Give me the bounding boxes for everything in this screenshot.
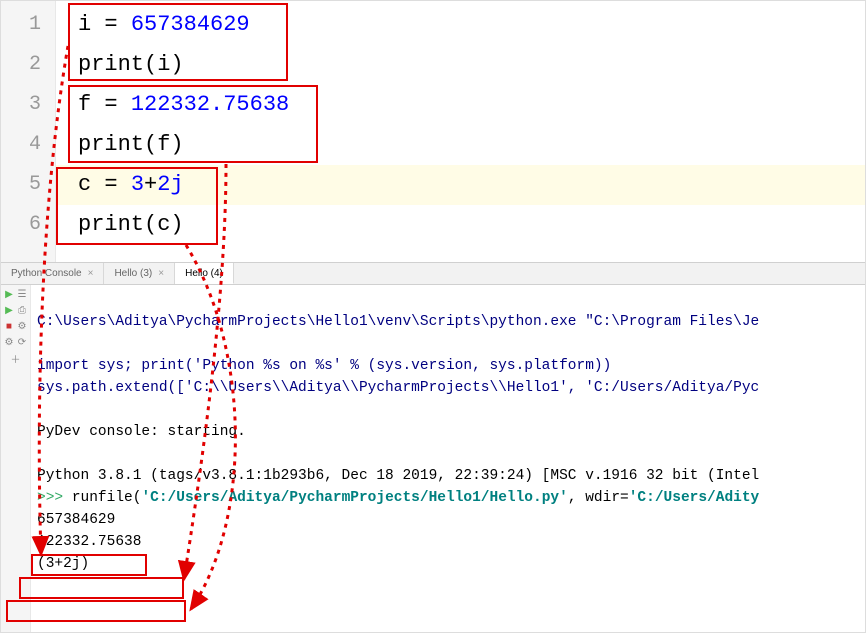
gear-icon[interactable]: ⚙ [16, 321, 28, 333]
history-icon[interactable]: ⟳ [16, 337, 28, 349]
stop-icon[interactable]: ■ [3, 321, 15, 333]
console-pane: Python Console × Hello (3) × Hello (4) ▶☰ … [1, 263, 865, 632]
syspath-line: sys.path.extend(['C:\\Users\\Aditya\\Pyc… [37, 380, 759, 396]
print-icon[interactable]: ⎙ [16, 305, 28, 317]
tab-python-console[interactable]: Python Console × [1, 263, 104, 284]
code-line[interactable]: print(c) [56, 205, 865, 245]
close-icon[interactable]: × [88, 268, 94, 279]
console-output[interactable]: C:\Users\Aditya\PycharmProjects\Hello1\v… [31, 285, 865, 632]
pydev-line: PyDev console: starting. [37, 424, 246, 440]
runfile-wdir: 'C:/Users/Adity [629, 490, 760, 506]
paren: ) [170, 212, 183, 237]
identifier: f [157, 132, 170, 157]
code-line-current[interactable]: c = 3+2j [56, 165, 865, 205]
paren: ) [170, 132, 183, 157]
prompt: >>> [37, 490, 72, 506]
output-complex: (3+2j) [37, 556, 89, 572]
console-body: ▶☰ ▶⎙ ■⚙ ⚙⟳ ＋ C:\Users\Aditya\PycharmPro… [1, 285, 865, 632]
runfile-path: 'C:/Users/Aditya/PycharmProjects/Hello1/… [141, 490, 567, 506]
line-number: 5 [1, 165, 55, 205]
console-toolbar: ▶☰ ▶⎙ ■⚙ ⚙⟳ ＋ [1, 285, 31, 632]
identifier: c [157, 212, 170, 237]
line-number: 4 [1, 125, 55, 165]
run-icon[interactable]: ▶ [3, 289, 15, 301]
identifier: i [78, 12, 91, 37]
operator: = [91, 12, 131, 37]
paren: ( [144, 52, 157, 77]
function-call: print [78, 212, 144, 237]
import-line: import sys; print('Python %s on %s' % (s… [37, 358, 611, 374]
tab-hello-3[interactable]: Hello (3) × [104, 263, 175, 284]
output-int: 657384629 [37, 512, 115, 528]
console-tabs: Python Console × Hello (3) × Hello (4) [1, 263, 865, 285]
line-number: 3 [1, 85, 55, 125]
number-literal: 3 [131, 172, 144, 197]
pyver-line: Python 3.8.1 (tags/v3.8.1:1b293b6, Dec 1… [37, 468, 759, 484]
list-icon[interactable]: ☰ [16, 289, 28, 301]
code-area[interactable]: i = 657384629 print(i) f = 122332.75638 … [56, 1, 865, 262]
tab-label: Hello (3) [114, 268, 152, 279]
line-number: 6 [1, 205, 55, 245]
paren: ( [144, 212, 157, 237]
line-number: 2 [1, 45, 55, 85]
tab-label: Hello (4) [185, 268, 223, 279]
rerun-icon[interactable]: ▶ [3, 305, 15, 317]
editor-pane: 1 2 3 4 5 6 i = 657384629 print(i) f = 1… [1, 1, 865, 263]
exec-line: C:\Users\Aditya\PycharmProjects\Hello1\v… [37, 314, 759, 330]
tab-label: Python Console [11, 268, 82, 279]
function-call: print [78, 132, 144, 157]
operator: + [144, 172, 157, 197]
close-icon[interactable]: × [158, 268, 164, 279]
code-line[interactable]: print(i) [56, 45, 865, 85]
settings-icon[interactable]: ⚙ [3, 337, 15, 349]
identifier: f [78, 92, 91, 117]
code-line[interactable]: i = 657384629 [56, 5, 865, 45]
code-line[interactable]: print(f) [56, 125, 865, 165]
runfile-call: runfile( [72, 490, 142, 506]
operator: = [91, 172, 131, 197]
paren: ) [170, 52, 183, 77]
runfile-comma: , wdir= [568, 490, 629, 506]
line-number: 1 [1, 5, 55, 45]
output-float: 122332.75638 [37, 534, 141, 550]
operator: = [91, 92, 131, 117]
gutter: 1 2 3 4 5 6 [1, 1, 56, 262]
code-line[interactable]: f = 122332.75638 [56, 85, 865, 125]
function-call: print [78, 52, 144, 77]
plus-icon[interactable]: ＋ [10, 353, 22, 365]
paren: ( [144, 132, 157, 157]
identifier: i [157, 52, 170, 77]
tab-hello-4[interactable]: Hello (4) [175, 263, 234, 284]
identifier: c [78, 172, 91, 197]
number-literal: 122332.75638 [131, 92, 289, 117]
number-literal: 2j [157, 172, 183, 197]
number-literal: 657384629 [131, 12, 250, 37]
